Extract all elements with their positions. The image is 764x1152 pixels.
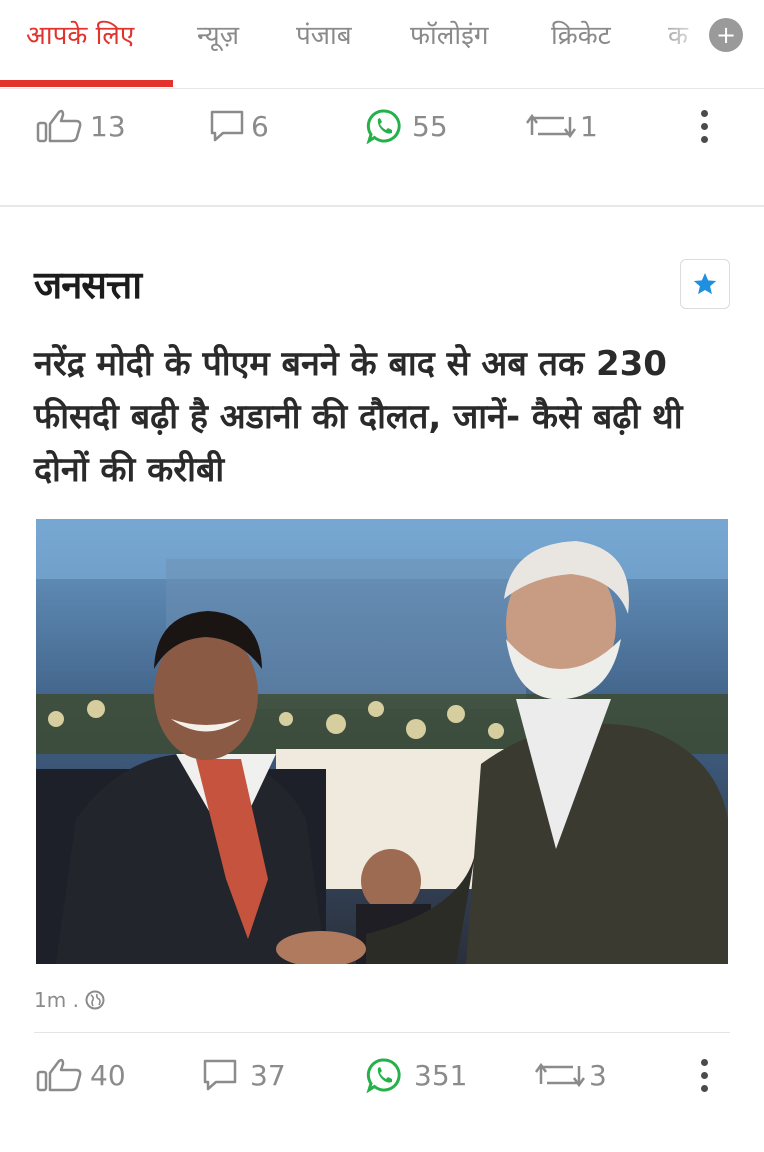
repost-count: 1 [580, 109, 598, 143]
comment-count: 37 [250, 1058, 286, 1092]
follow-star-button[interactable] [680, 259, 730, 309]
article-meta: 1m . [34, 988, 105, 1012]
whatsapp-count: 55 [412, 109, 448, 143]
thumbs-up-icon [36, 1058, 82, 1092]
whatsapp-share-button[interactable]: 55 [366, 96, 448, 156]
repost-button[interactable]: 1 [526, 96, 598, 156]
more-options-icon[interactable] [690, 100, 718, 152]
repost-button[interactable]: 3 [535, 1045, 607, 1105]
whatsapp-icon [366, 1058, 401, 1093]
comment-button[interactable]: 6 [209, 96, 269, 156]
prev-card-action-bar: 13 6 55 1 [0, 96, 764, 156]
article-image[interactable] [36, 519, 728, 964]
repost-icon [535, 1062, 585, 1088]
like-button[interactable]: 40 [36, 1045, 126, 1105]
comment-button[interactable]: 37 [202, 1045, 286, 1105]
card-divider [0, 205, 764, 207]
publish-time: 1m . [34, 988, 79, 1012]
card-action-bar: 40 37 351 3 [0, 1045, 764, 1105]
comment-icon [203, 1059, 237, 1091]
like-count: 40 [90, 1058, 126, 1092]
meta-divider [34, 1032, 730, 1033]
comment-count: 6 [251, 109, 269, 143]
tab-cricket[interactable]: क्रिकेट [551, 16, 611, 52]
publisher-logo[interactable]: जनसत्ता [34, 258, 142, 310]
tab-punjab[interactable]: पंजाब [296, 16, 352, 52]
category-tab-bar: आपके लिए न्यूज़ पंजाब फॉलोइंग क्रिकेट क … [0, 0, 764, 89]
tab-news[interactable]: न्यूज़ [197, 16, 239, 52]
active-tab-indicator [0, 80, 173, 87]
comment-icon [210, 110, 244, 142]
whatsapp-count: 351 [414, 1058, 468, 1092]
repost-count: 3 [589, 1058, 607, 1092]
article-headline[interactable]: नरेंद्र मोदी के पीएम बनने के बाद से अब त… [34, 338, 734, 497]
repost-icon [526, 113, 576, 139]
star-icon [693, 272, 717, 295]
thumbs-up-icon [36, 109, 82, 143]
whatsapp-share-button[interactable]: 351 [366, 1045, 467, 1105]
whatsapp-icon [366, 109, 401, 144]
like-count: 13 [90, 109, 126, 143]
like-button[interactable]: 13 [36, 96, 126, 156]
tab-fade-overlay [650, 0, 710, 80]
tab-following[interactable]: फॉलोइंग [410, 16, 489, 52]
add-tab-button[interactable]: + [709, 18, 743, 52]
photo-illustration [36, 519, 728, 964]
tab-for-you[interactable]: आपके लिए [26, 16, 134, 52]
more-options-icon[interactable] [690, 1049, 718, 1101]
globe-icon [85, 990, 105, 1010]
